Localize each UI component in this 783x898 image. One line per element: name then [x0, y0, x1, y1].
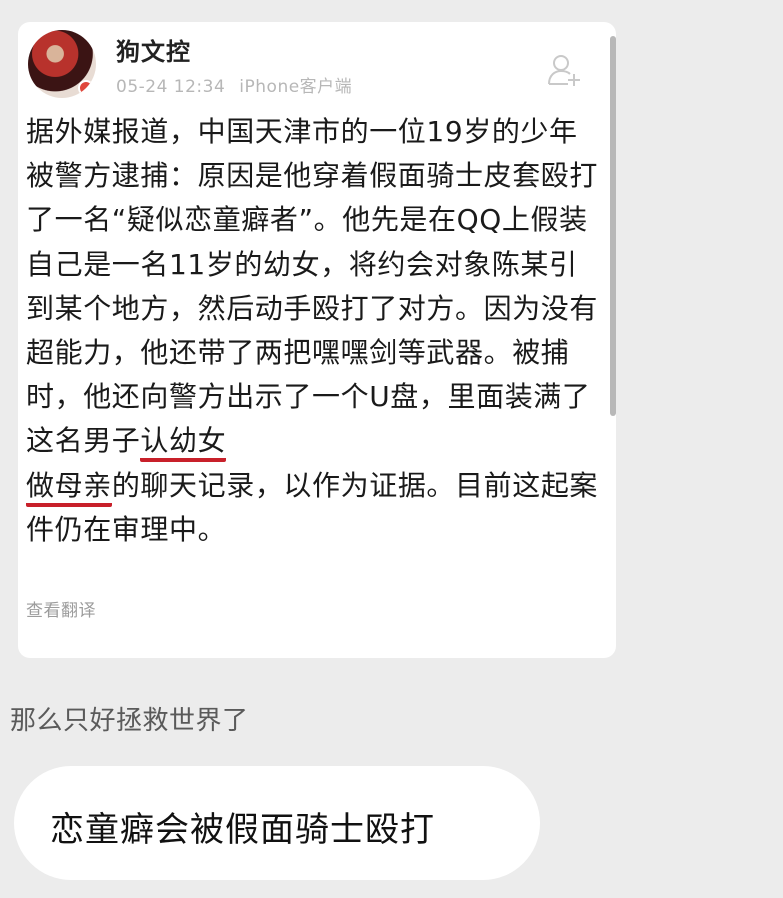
chat-bubble-text: 恋童癖会被假面骑士殴打	[50, 810, 435, 850]
username[interactable]: 狗文控	[116, 32, 191, 67]
add-user-icon	[548, 55, 580, 86]
caption-text: 那么只好拯救世界了	[10, 706, 249, 736]
underlined-phrase-2: 做母亲	[26, 468, 112, 507]
post-source: iPhone客户端	[239, 77, 353, 97]
post-meta: 05-24 12:34 iPhone客户端	[116, 72, 352, 97]
post-text-start: 据外媒报道，中国天津市的一位19岁的少年被警方逮捕：原因是他穿着假面骑士皮套殴打…	[26, 115, 599, 458]
chat-bubble: 恋童癖会被假面骑士殴打	[14, 766, 540, 880]
post-timestamp: 05-24 12:34	[116, 77, 226, 97]
post-text-end: 的聊天记录，以作为证据。目前这起案件仍在审理中。	[26, 468, 599, 546]
verified-badge-icon	[78, 80, 94, 96]
post-body: 据外媒报道，中国天津市的一位19岁的少年被警方逮捕：原因是他穿着假面骑士皮套殴打…	[26, 110, 602, 552]
follow-button[interactable]	[546, 52, 582, 88]
scrollbar-thumb[interactable]	[610, 36, 616, 416]
post-card: 狗文控 05-24 12:34 iPhone客户端 据外媒报道，中国天津市的一位1…	[18, 22, 616, 658]
translate-link[interactable]: 查看翻译	[26, 596, 96, 621]
avatar[interactable]	[28, 30, 96, 98]
underlined-phrase-1: 认幼女	[140, 424, 227, 463]
